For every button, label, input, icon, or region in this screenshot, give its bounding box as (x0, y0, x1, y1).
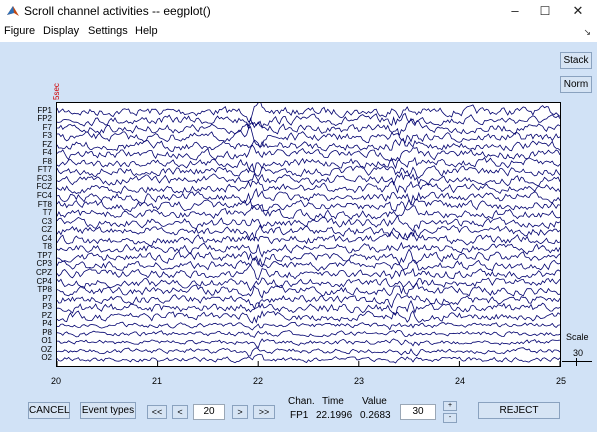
eeg-trace-oz (57, 347, 560, 357)
eeg-trace-c4 (57, 230, 560, 247)
chan-header: Chan. (288, 396, 315, 407)
x-tick-label: 23 (353, 376, 364, 386)
position-input[interactable]: 20 (193, 404, 225, 420)
reject-button[interactable]: REJECT (478, 402, 560, 419)
channel-label: O2 (41, 353, 52, 363)
scale-bar (562, 361, 592, 362)
x-tick-label: 20 (50, 376, 61, 386)
eeg-trace-ft7 (57, 163, 560, 179)
time-value: 22.1996 (316, 410, 353, 421)
eeg-trace-c3 (57, 214, 560, 233)
eeg-trace-cpz (57, 264, 560, 281)
eeg-trace-fp2 (57, 112, 560, 128)
dock-arrow-icon[interactable]: ↘ (583, 27, 591, 38)
eeg-trace-fp1 (57, 103, 560, 123)
scroll-forward-fast-button[interactable]: >> (253, 405, 275, 419)
eeg-trace-p4 (57, 321, 560, 331)
scale-value: 30 (573, 348, 584, 358)
eeg-trace-o2 (57, 353, 560, 364)
chan-value: FP1 (290, 410, 309, 421)
eeg-trace-fcz (57, 180, 560, 195)
scroll-back-fast-button[interactable]: << (147, 405, 167, 419)
eeg-trace-o1 (57, 338, 560, 349)
eeg-trace-t8 (57, 241, 560, 258)
menu-bar: Figure Display Settings Help ↘ (0, 22, 597, 42)
time-header: Time (322, 396, 344, 407)
scale-bar-tick (576, 358, 577, 366)
eeg-trace-fc3 (57, 171, 560, 187)
norm-button[interactable]: Norm (560, 76, 592, 93)
close-button[interactable]: ✕ (563, 2, 593, 20)
menu-display[interactable]: Display (43, 25, 79, 37)
x-tick-label: 24 (454, 376, 465, 386)
eeg-trace-fz (57, 137, 560, 152)
maximize-button[interactable]: ☐ (530, 2, 560, 20)
value-header: Value (362, 396, 387, 407)
eeg-trace-f4 (57, 144, 560, 162)
eeg-trace-f3 (57, 125, 560, 148)
eeg-trace-f8 (57, 156, 560, 173)
eeg-trace-cp3 (57, 257, 560, 272)
minimize-button[interactable]: – (500, 2, 530, 20)
x-tick-label: 25 (555, 376, 566, 386)
cancel-button[interactable]: CANCEL (28, 402, 70, 419)
eeg-trace-p8 (57, 330, 560, 338)
eeg-trace-p3 (57, 299, 560, 316)
stack-button[interactable]: Stack (560, 52, 592, 69)
scroll-back-button[interactable]: < (172, 405, 188, 419)
eeg-plot-axes[interactable] (56, 102, 561, 367)
menu-help[interactable]: Help (135, 25, 158, 37)
x-tick-label: 21 (151, 376, 162, 386)
matlab-icon (7, 6, 19, 16)
eeg-trace-pz (57, 310, 560, 324)
x-tick-label: 22 (252, 376, 263, 386)
menu-settings[interactable]: Settings (88, 25, 128, 37)
scale-label: Scale (566, 332, 589, 342)
scroll-forward-button[interactable]: > (232, 405, 248, 419)
scale-decrease-button[interactable]: - (443, 413, 457, 423)
scale-input[interactable]: 30 (400, 404, 436, 420)
eeg-trace-t7 (57, 204, 560, 221)
eeg-trace-tp8 (57, 282, 560, 299)
menu-figure[interactable]: Figure (4, 25, 35, 37)
event-types-button[interactable]: Event types (80, 402, 136, 419)
time-scale-marker: 5sec (52, 83, 61, 100)
title-bar: Scroll channel activities -- eegplot() –… (0, 0, 597, 22)
window-title: Scroll channel activities -- eegplot() (24, 4, 211, 18)
scale-increase-button[interactable]: + (443, 401, 457, 411)
value-value: 0.2683 (360, 410, 391, 421)
eeg-traces (57, 103, 560, 366)
